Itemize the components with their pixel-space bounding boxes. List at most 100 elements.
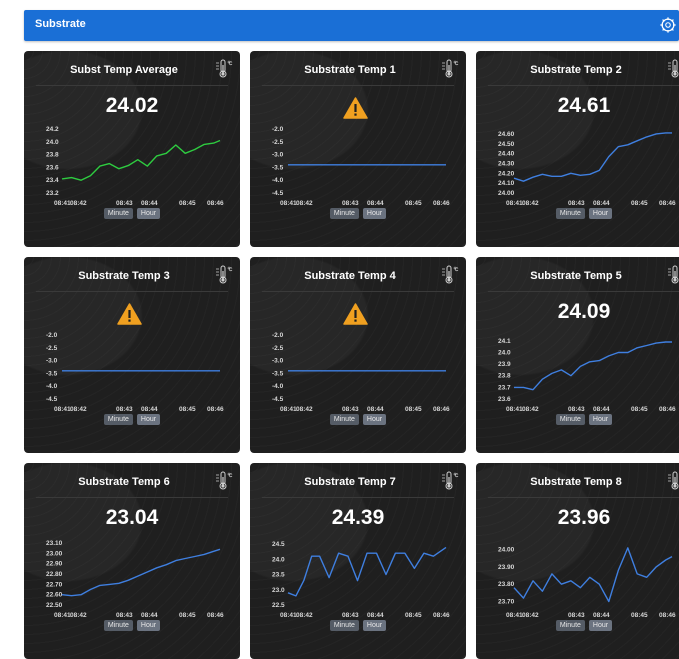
minute-button[interactable]: Minute [555,620,585,631]
card-title: Substrate Temp 3 [78,270,170,282]
y-tick-label: 24.60 [498,131,515,138]
minute-button[interactable]: Minute [329,414,359,425]
y-tick-label: -4.0 [272,177,284,184]
y-tick-label: 24.50 [498,141,515,148]
y-tick-label: 22.80 [46,571,63,578]
x-tick-label: 08:43 [342,406,359,413]
y-tick-label: 22.90 [46,561,63,568]
y-tick-label: 23.8 [498,373,511,380]
hour-button[interactable]: Hour [588,414,613,425]
minute-button[interactable]: Minute [555,208,585,219]
x-tick-label: 08:43 [568,200,585,207]
x-tick-label: 08:41 [506,406,523,413]
y-tick-label: 23.70 [498,599,515,606]
x-tick-label: 08:45 [179,406,196,413]
y-tick-label: 24.20 [498,170,515,177]
y-tick-label: -2.5 [272,345,284,352]
x-tick-label: 08:46 [433,200,450,207]
sensor-card: Substrate Temp 5 24.09 24.1 24.0 23.9 23.8 23.… [476,257,679,453]
x-tick-label: 08:46 [207,612,224,619]
y-tick-label: -3.0 [46,358,58,365]
x-tick-label: 08:42 [522,200,539,207]
y-tick-label: 24.0 [272,556,285,563]
y-tick-label: 24.30 [498,161,515,168]
x-tick-label: 08:41 [280,612,297,619]
y-tick-label: -4.5 [46,396,58,403]
y-tick-label: -2.0 [46,332,58,339]
y-tick-label: -2.5 [272,139,284,146]
card-divider [262,291,454,292]
x-tick-label: 08:46 [433,406,450,413]
x-tick-label: 08:43 [116,200,133,207]
x-tick-label: 08:43 [568,612,585,619]
y-tick-label: -3.0 [272,152,284,159]
x-tick-label: 08:45 [405,200,422,207]
x-tick-label: 08:42 [296,406,313,413]
series-line [513,132,672,182]
minute-button[interactable]: Minute [103,414,133,425]
warning-icon [343,97,368,119]
x-tick-label: 08:46 [659,406,676,413]
hour-button[interactable]: Hour [588,620,613,631]
minute-button[interactable]: Minute [329,620,359,631]
hour-button[interactable]: Hour [136,620,161,631]
sensor-card: Substrate Temp 8 23.96 24.00 23.90 23.80 23.7… [476,463,679,659]
minute-button[interactable]: Minute [103,208,133,219]
x-tick-label: 08:44 [141,200,158,207]
y-tick-label: 22.5 [272,602,285,609]
y-tick-label: 24.00 [498,190,515,197]
time-range-toggle: Minute Hour [476,208,679,219]
x-tick-label: 08:44 [367,406,384,413]
temperature-value: 24.61 [557,94,611,117]
time-range-toggle: Minute Hour [24,414,240,425]
x-tick-label: 08:44 [141,406,158,413]
minute-button[interactable]: Minute [329,208,359,219]
time-range-toggle: Minute Hour [24,620,240,631]
x-tick-label: 08:41 [506,200,523,207]
hour-button[interactable]: Hour [362,208,387,219]
card-title: Substrate Temp 7 [304,476,396,488]
y-tick-label: -4.5 [272,190,284,197]
thermometer-icon [216,265,233,284]
y-tick-label: -4.5 [272,396,284,403]
y-tick-label: 24.00 [498,547,515,554]
time-range-toggle: Minute Hour [24,208,240,219]
hour-button[interactable]: Hour [136,414,161,425]
x-tick-label: 08:42 [70,612,87,619]
temperature-value: 23.04 [105,506,159,529]
sensor-card: Substrate Temp 6 23.04 23.10 23.00 22.90 22.8… [24,463,240,659]
y-tick-label: 22.50 [46,602,63,609]
hour-button[interactable]: Hour [136,208,161,219]
y-tick-label: 23.2 [46,190,59,197]
minute-button[interactable]: Minute [103,620,133,631]
time-range-toggle: Minute Hour [476,620,679,631]
x-tick-label: 08:43 [342,200,359,207]
x-tick-label: 08:45 [405,612,422,619]
hour-button[interactable]: Hour [362,414,387,425]
time-range-toggle: Minute Hour [250,208,466,219]
x-tick-label: 08:45 [631,612,648,619]
y-tick-label: 24.40 [498,151,515,158]
x-tick-label: 08:41 [280,406,297,413]
y-tick-label: -4.0 [272,383,284,390]
x-tick-label: 08:45 [631,406,648,413]
y-tick-label: 23.10 [46,540,63,547]
sensor-card: Substrate Temp 7 24.39 24.5 24.0 23.5 23.0 22.… [250,463,466,659]
series-line [513,547,673,603]
hour-button[interactable]: Hour [362,620,387,631]
x-tick-label: 08:42 [296,612,313,619]
temperature-value: 24.09 [557,300,611,323]
card-divider [36,497,228,498]
card-title: Substrate Temp 1 [304,64,396,76]
sensor-grid: Subst Temp Average 24.02 24.2 24.0 23.8 23.6 2… [0,0,679,659]
x-tick-label: 08:45 [179,612,196,619]
card-title: Substrate Temp 2 [530,64,622,76]
y-tick-label: -3.5 [46,370,58,377]
y-tick-label: 23.90 [498,564,515,571]
sensor-card: Substrate Temp 1 -2.0 -2.5 -3.0 -3.5 -4.0 -4.5… [250,51,466,247]
x-tick-label: 08:42 [522,612,539,619]
x-tick-label: 08:44 [141,612,158,619]
y-tick-label: 23.8 [46,152,59,159]
hour-button[interactable]: Hour [588,208,613,219]
minute-button[interactable]: Minute [555,414,585,425]
